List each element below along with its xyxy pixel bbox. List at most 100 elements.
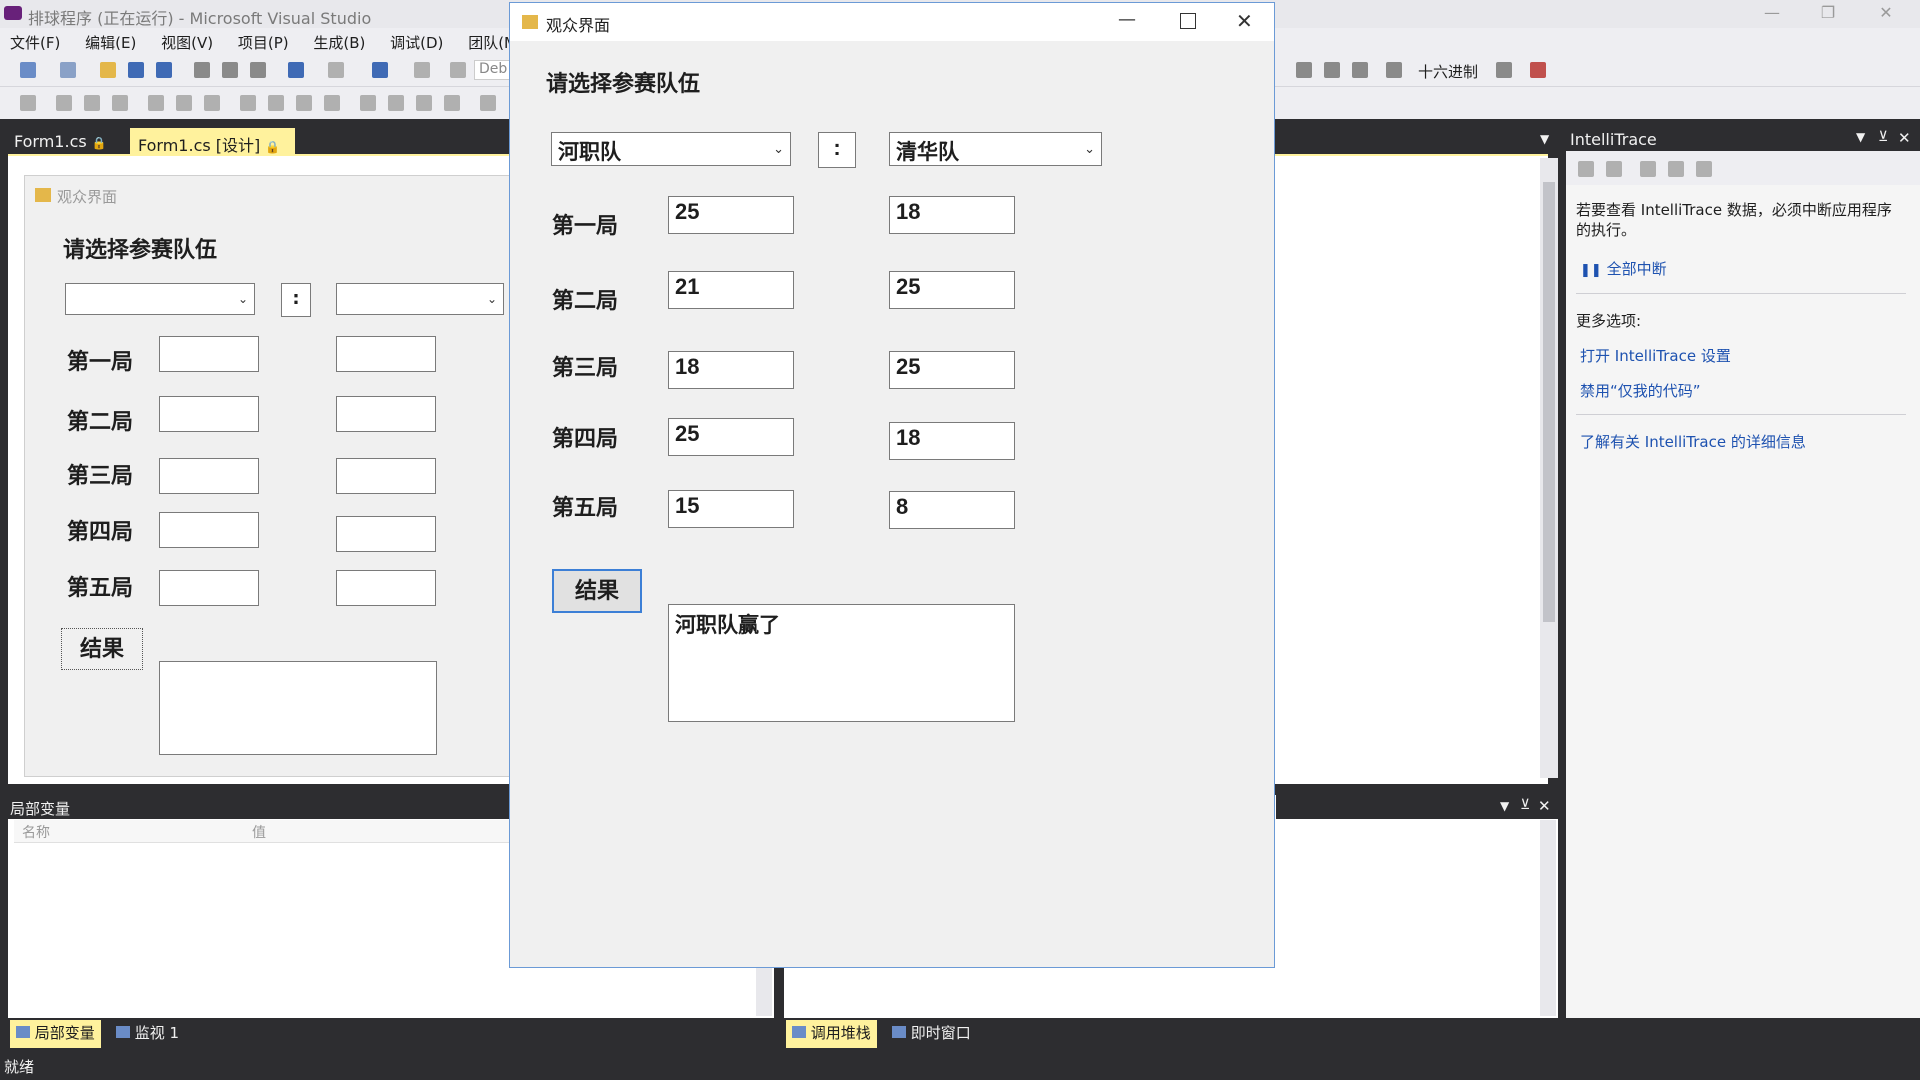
h-increase-icon[interactable]: [388, 95, 404, 111]
open-folder-icon[interactable]: [100, 62, 116, 78]
tab-watch[interactable]: 监视 1: [110, 1020, 185, 1048]
refresh-icon[interactable]: [1668, 161, 1684, 177]
design-round-1-a-input[interactable]: [159, 336, 259, 372]
size-to-grid-icon[interactable]: [324, 95, 340, 111]
restore-icon[interactable]: ❐: [1808, 3, 1848, 25]
panel-dropdown-icon[interactable]: ▼: [1856, 130, 1865, 144]
tab-form1-cs[interactable]: Form1.cs 🔒: [6, 128, 126, 154]
menu-build[interactable]: 生成(B): [303, 28, 375, 57]
team-b-combo[interactable]: 清华队 ⌄: [889, 132, 1102, 166]
round-1-b-input[interactable]: 18: [889, 196, 1015, 234]
same-size-icon[interactable]: [296, 95, 312, 111]
undo-icon[interactable]: [288, 62, 304, 78]
navigate-icon[interactable]: [372, 62, 388, 78]
round-1-a-input[interactable]: 25: [668, 196, 794, 234]
debug-step-icon[interactable]: [1296, 62, 1312, 78]
tab-form1-design[interactable]: Form1.cs [设计] 🔒 ✕: [130, 128, 295, 175]
tab-callstack[interactable]: 调用堆栈: [786, 1020, 877, 1048]
align-left-icon[interactable]: [56, 95, 72, 111]
redo-icon[interactable]: [328, 62, 344, 78]
same-width-icon[interactable]: [240, 95, 256, 111]
design-round-3-a-input[interactable]: [159, 458, 259, 494]
filter-icon[interactable]: [1606, 161, 1622, 177]
design-round-2-b-input[interactable]: [336, 396, 436, 432]
maximize-icon[interactable]: [1180, 13, 1196, 29]
menu-project[interactable]: 项目(P): [228, 28, 299, 57]
record-icon[interactable]: [1530, 62, 1546, 78]
align-middle-icon[interactable]: [176, 95, 192, 111]
round-5-b-input[interactable]: 8: [889, 491, 1015, 529]
pin-icon[interactable]: ⊻: [1878, 129, 1888, 145]
result-textbox[interactable]: 河职队赢了: [668, 604, 1015, 722]
team-a-combo[interactable]: 河职队 ⌄: [551, 132, 791, 166]
menu-file[interactable]: 文件(F): [0, 28, 70, 57]
col-name-header[interactable]: 名称: [22, 822, 50, 842]
settings-icon[interactable]: [1696, 161, 1712, 177]
align-grid-icon[interactable]: [20, 95, 36, 111]
hex-toggle[interactable]: 十六进制: [1418, 61, 1478, 82]
col-value-header[interactable]: 值: [252, 822, 266, 842]
design-form[interactable]: 观众界面 请选择参赛队伍 ⌄ : ⌄ 第一局 第二局 第三局 第四局 第五局 结…: [24, 175, 546, 777]
calendar-icon[interactable]: [1640, 161, 1656, 177]
designer-scrollbar[interactable]: [1540, 158, 1558, 778]
round-5-a-input[interactable]: 15: [668, 490, 794, 528]
design-round-5-a-input[interactable]: [159, 570, 259, 606]
menu-edit[interactable]: 编辑(E): [75, 28, 146, 57]
list-icon[interactable]: [1578, 161, 1594, 177]
tab-locals[interactable]: 局部变量: [10, 1020, 101, 1048]
round-2-b-input[interactable]: 25: [889, 271, 1015, 309]
menu-debug[interactable]: 调试(D): [380, 28, 453, 57]
design-team-b-combo[interactable]: ⌄: [336, 283, 504, 315]
round-4-b-input[interactable]: 18: [889, 422, 1015, 460]
paste-icon[interactable]: [250, 62, 266, 78]
cut-icon[interactable]: [194, 62, 210, 78]
callstack-scrollbar[interactable]: [1540, 820, 1556, 1016]
step-icon[interactable]: [414, 62, 430, 78]
pin-icon[interactable]: ⊻: [1520, 797, 1530, 813]
design-round-5-b-input[interactable]: [336, 570, 436, 606]
threads-icon[interactable]: [1496, 62, 1512, 78]
find-icon[interactable]: [1386, 62, 1402, 78]
design-round-2-a-input[interactable]: [159, 396, 259, 432]
h-remove-icon[interactable]: [444, 95, 460, 111]
result-button[interactable]: 结果: [552, 569, 642, 613]
round-3-b-input[interactable]: 25: [889, 351, 1015, 389]
open-settings-link[interactable]: 打开 IntelliTrace 设置: [1580, 345, 1731, 366]
h-spacing-icon[interactable]: [360, 95, 376, 111]
panel-close-icon[interactable]: ✕: [1538, 797, 1551, 815]
menu-view[interactable]: 视图(V): [151, 28, 223, 57]
close-icon[interactable]: ✕: [1866, 3, 1906, 25]
tab-overflow-icon[interactable]: ▼: [1540, 132, 1549, 146]
minimize-icon[interactable]: —: [1752, 3, 1792, 25]
design-result-textbox[interactable]: [159, 661, 437, 755]
close-icon[interactable]: ✕: [1236, 9, 1253, 33]
debug-step-out-icon[interactable]: [1352, 62, 1368, 78]
design-round-4-a-input[interactable]: [159, 512, 259, 548]
align-center-icon[interactable]: [84, 95, 100, 111]
round-2-a-input[interactable]: 21: [668, 271, 794, 309]
debug-step-into-icon[interactable]: [1324, 62, 1340, 78]
same-height-icon[interactable]: [268, 95, 284, 111]
panel-close-icon[interactable]: ✕: [1898, 129, 1911, 147]
start-icon[interactable]: [450, 62, 466, 78]
add-item-icon[interactable]: [60, 62, 76, 78]
config-dropdown[interactable]: Deb: [474, 60, 510, 80]
learn-more-link[interactable]: 了解有关 IntelliTrace 的详细信息: [1580, 431, 1806, 452]
design-result-button[interactable]: 结果: [61, 628, 143, 670]
panel-dropdown-icon[interactable]: ▼: [1500, 799, 1509, 813]
align-top-icon[interactable]: [148, 95, 164, 111]
round-4-a-input[interactable]: 25: [668, 418, 794, 456]
save-icon[interactable]: [128, 62, 144, 78]
copy-icon[interactable]: [222, 62, 238, 78]
minimize-icon[interactable]: —: [1118, 9, 1136, 30]
design-team-a-combo[interactable]: ⌄: [65, 283, 255, 315]
disable-justmycode-link[interactable]: 禁用“仅我的代码”: [1580, 380, 1701, 401]
new-project-icon[interactable]: [20, 62, 36, 78]
align-right-icon[interactable]: [112, 95, 128, 111]
scroll-thumb[interactable]: [1543, 182, 1555, 622]
design-round-1-b-input[interactable]: [336, 336, 436, 372]
break-all-link[interactable]: ❚❚ 全部中断: [1580, 258, 1667, 279]
save-all-icon[interactable]: [156, 62, 172, 78]
round-3-a-input[interactable]: 18: [668, 351, 794, 389]
v-spacing-icon[interactable]: [480, 95, 496, 111]
